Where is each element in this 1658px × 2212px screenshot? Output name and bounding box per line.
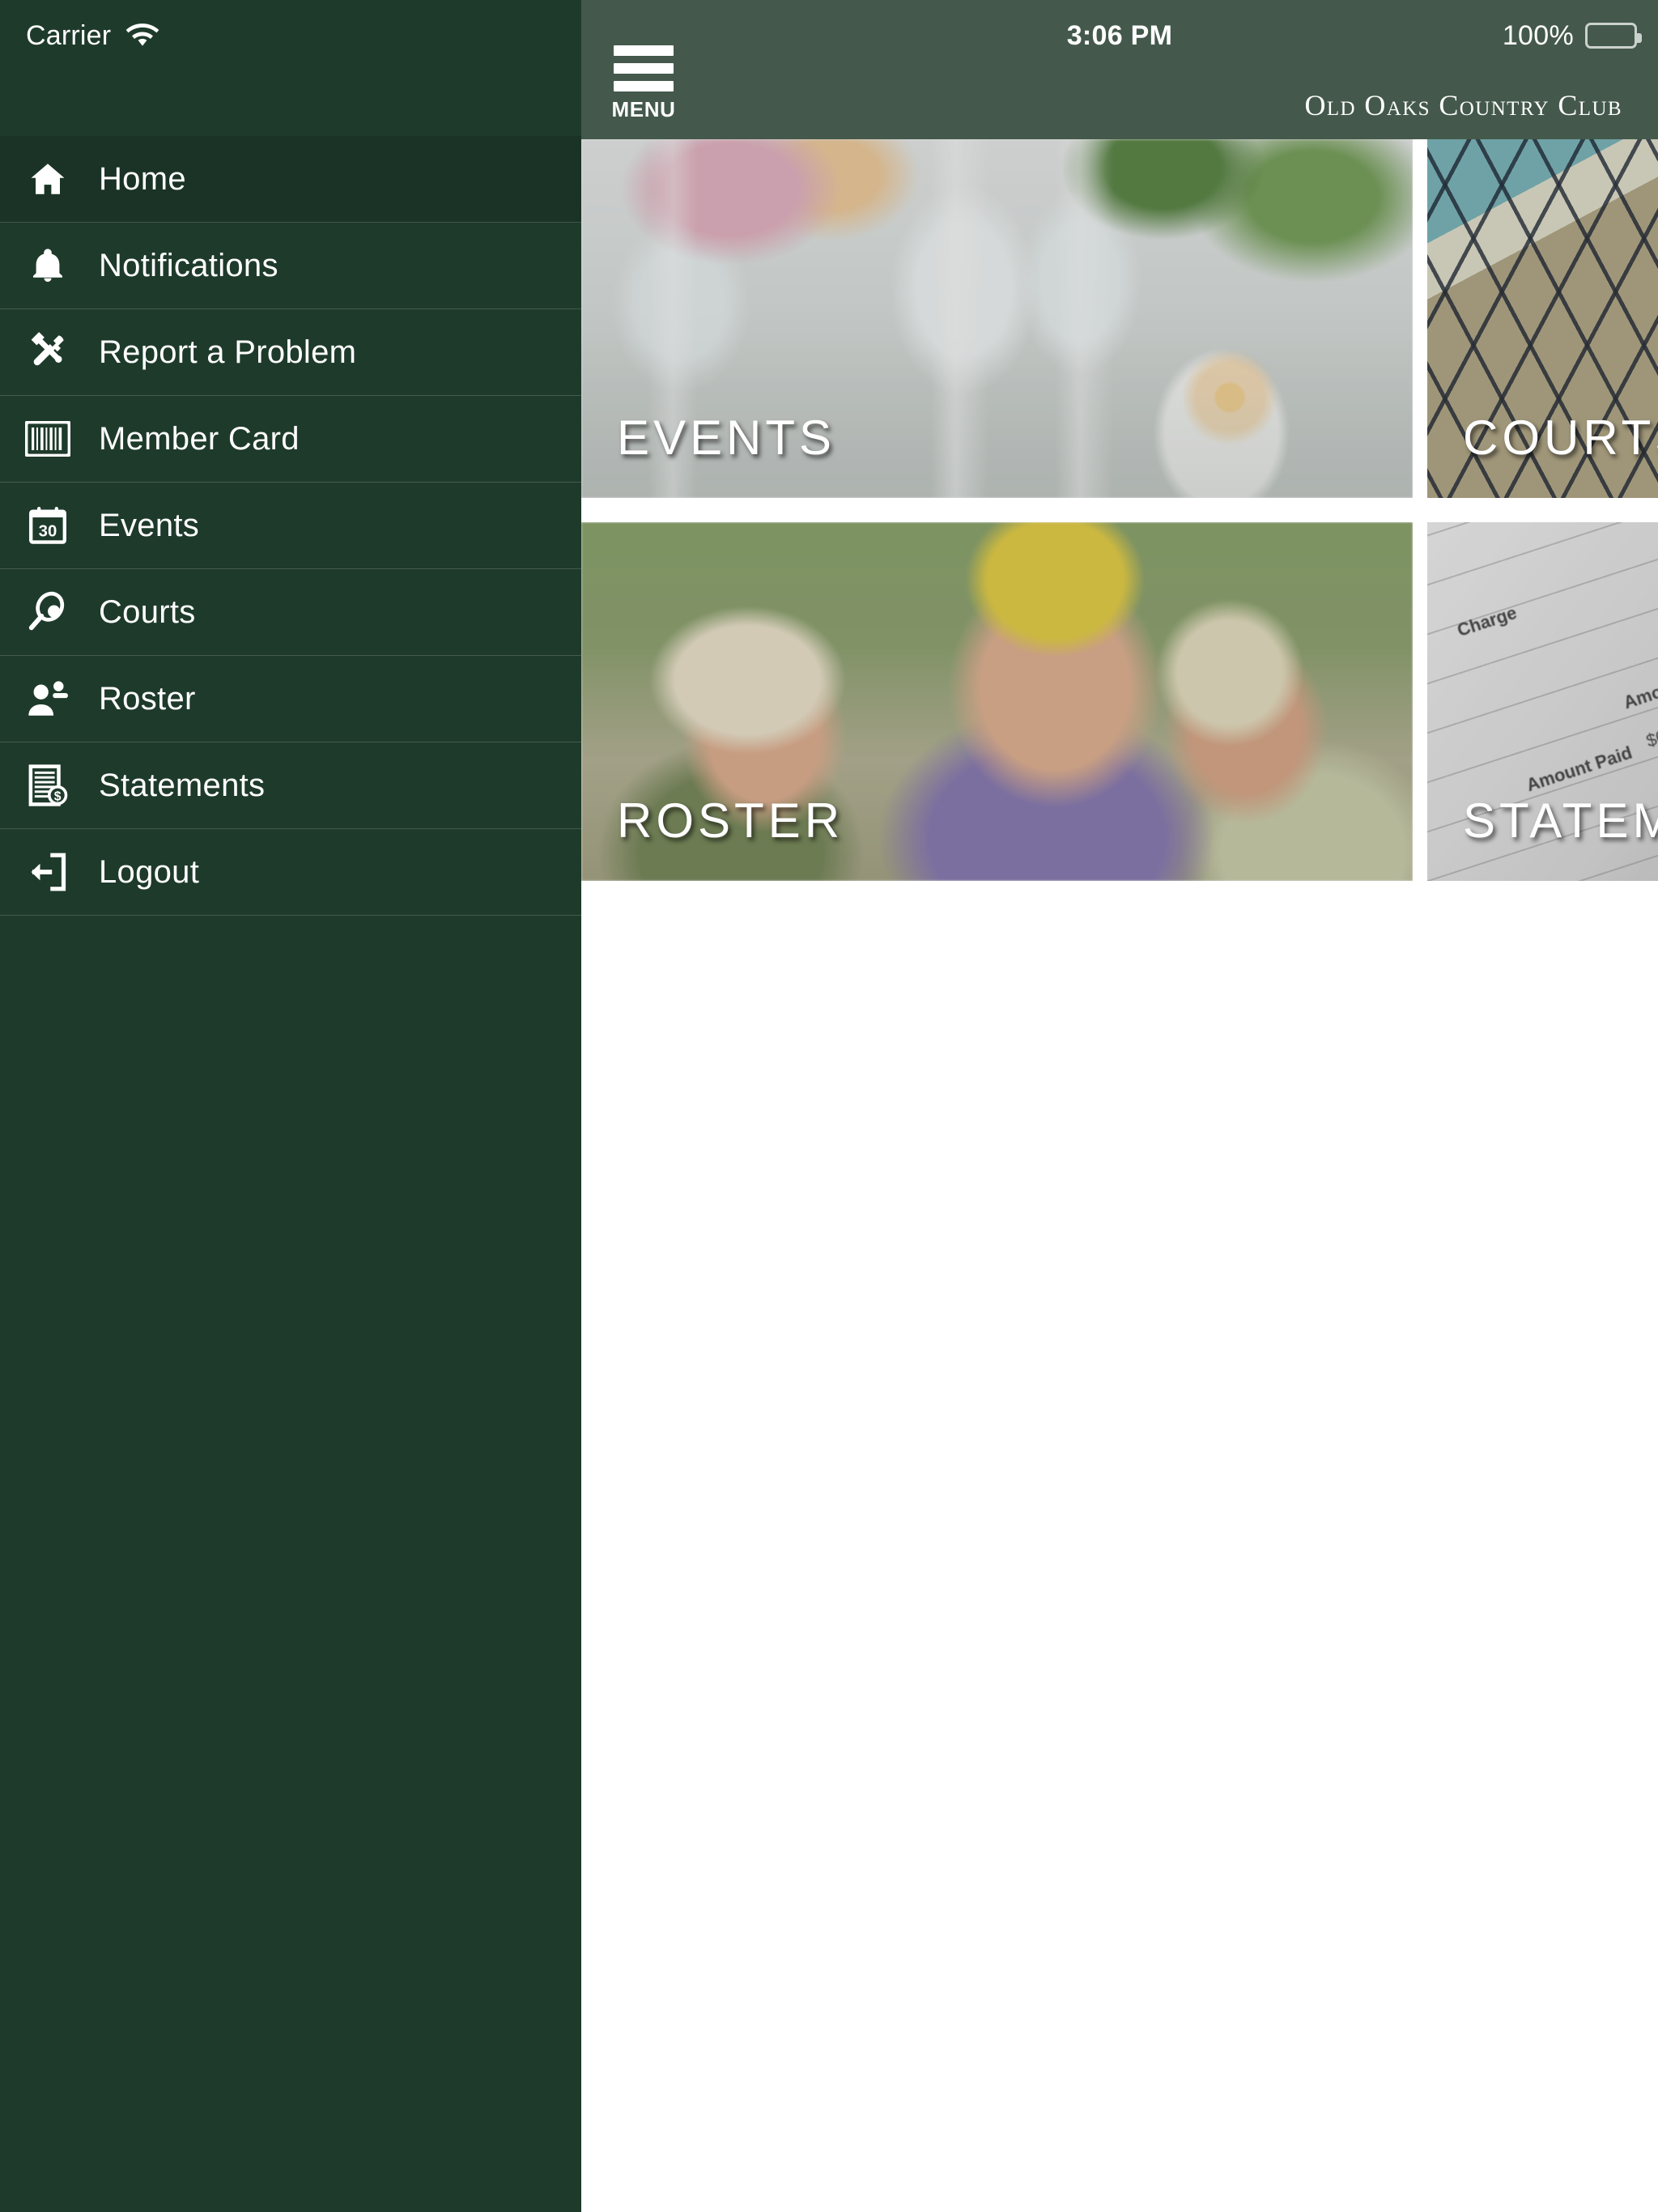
sidebar-status-bar: Carrier [0, 0, 581, 71]
sidebar-item-label: Report a Problem [99, 334, 357, 370]
sidebar-item-roster[interactable]: Roster [0, 656, 581, 742]
sidebar-item-label: Events [99, 507, 200, 543]
hamburger-icon [614, 45, 674, 91]
battery-indicator: 100% [1502, 0, 1642, 71]
tile-label: COURTS [1463, 410, 1658, 465]
battery-full-icon [1585, 23, 1642, 49]
sidebar-item-logout[interactable]: Logout [0, 829, 581, 916]
sidebar-item-label: Notifications [99, 247, 278, 283]
sidebar-item-courts[interactable]: Courts [0, 569, 581, 656]
sidebar-item-notifications[interactable]: Notifications [0, 223, 581, 309]
sidebar-item-member-card[interactable]: Member Card [0, 396, 581, 483]
bell-icon [16, 239, 79, 292]
main-pane: 3:06 PM 100% MENU Old Oaks Country Club [581, 0, 1658, 2212]
wifi-icon [125, 23, 159, 49]
sidebar-nav-list: Home Notifications Report a Problem Memb… [0, 136, 581, 916]
invoice-icon: $ [16, 759, 79, 812]
tile-statements[interactable]: Charge Amount Paid $0.00 Amount Paid STA… [1427, 522, 1658, 881]
tools-icon [16, 325, 79, 379]
page-content-area [581, 881, 1658, 2212]
tile-row: EVENTS COURTS [581, 139, 1658, 498]
home-icon [16, 152, 79, 206]
clock-label: 3:06 PM [1066, 19, 1173, 51]
app-root: Carrier Home Notifications Report a Prob… [0, 0, 1658, 2212]
sidebar-item-label: Roster [99, 680, 196, 717]
tile-label: EVENTS [617, 410, 836, 465]
tile-label: STATEMENTS [1463, 793, 1658, 848]
sidebar-item-label: Home [99, 160, 186, 197]
tile-label: ROSTER [617, 793, 844, 848]
people-icon [16, 672, 79, 725]
tennis-racket-icon [16, 585, 79, 639]
svg-text:30: 30 [39, 522, 57, 540]
sidebar-item-label: Statements [99, 767, 266, 803]
sidebar-item-label: Courts [99, 593, 196, 630]
page-title: Old Oaks Country Club [1304, 89, 1622, 121]
tile-roster[interactable]: ROSTER [581, 522, 1413, 881]
tile-row: ROSTER Charge Amount Paid $0.00 Amount P… [581, 522, 1658, 881]
sidebar-item-events[interactable]: 30 Events [0, 483, 581, 569]
sidebar-item-home[interactable]: Home [0, 136, 581, 223]
status-bar: 3:06 PM 100% [581, 0, 1658, 71]
sidebar-item-label: Member Card [99, 420, 300, 457]
barcode-icon [16, 412, 79, 466]
sidebar-item-statements[interactable]: $ Statements [0, 742, 581, 829]
tile-courts[interactable]: COURTS [1427, 139, 1658, 498]
tile-events[interactable]: EVENTS [581, 139, 1413, 498]
logout-icon [16, 845, 79, 899]
carrier-label: Carrier [26, 19, 112, 51]
calendar-icon: 30 [16, 499, 79, 552]
menu-button[interactable]: MENU [599, 45, 688, 122]
svg-text:$: $ [54, 789, 62, 803]
battery-percent-label: 100% [1502, 19, 1574, 51]
menu-button-label: MENU [611, 97, 676, 121]
dashboard-tile-grid: EVENTS COURTS ROSTER [581, 139, 1658, 881]
sidebar-item-report-a-problem[interactable]: Report a Problem [0, 309, 581, 396]
sidebar-item-label: Logout [99, 853, 200, 890]
navigation-bar: MENU Old Oaks Country Club [581, 45, 1658, 139]
sidebar-drawer: Carrier Home Notifications Report a Prob… [0, 0, 581, 2212]
